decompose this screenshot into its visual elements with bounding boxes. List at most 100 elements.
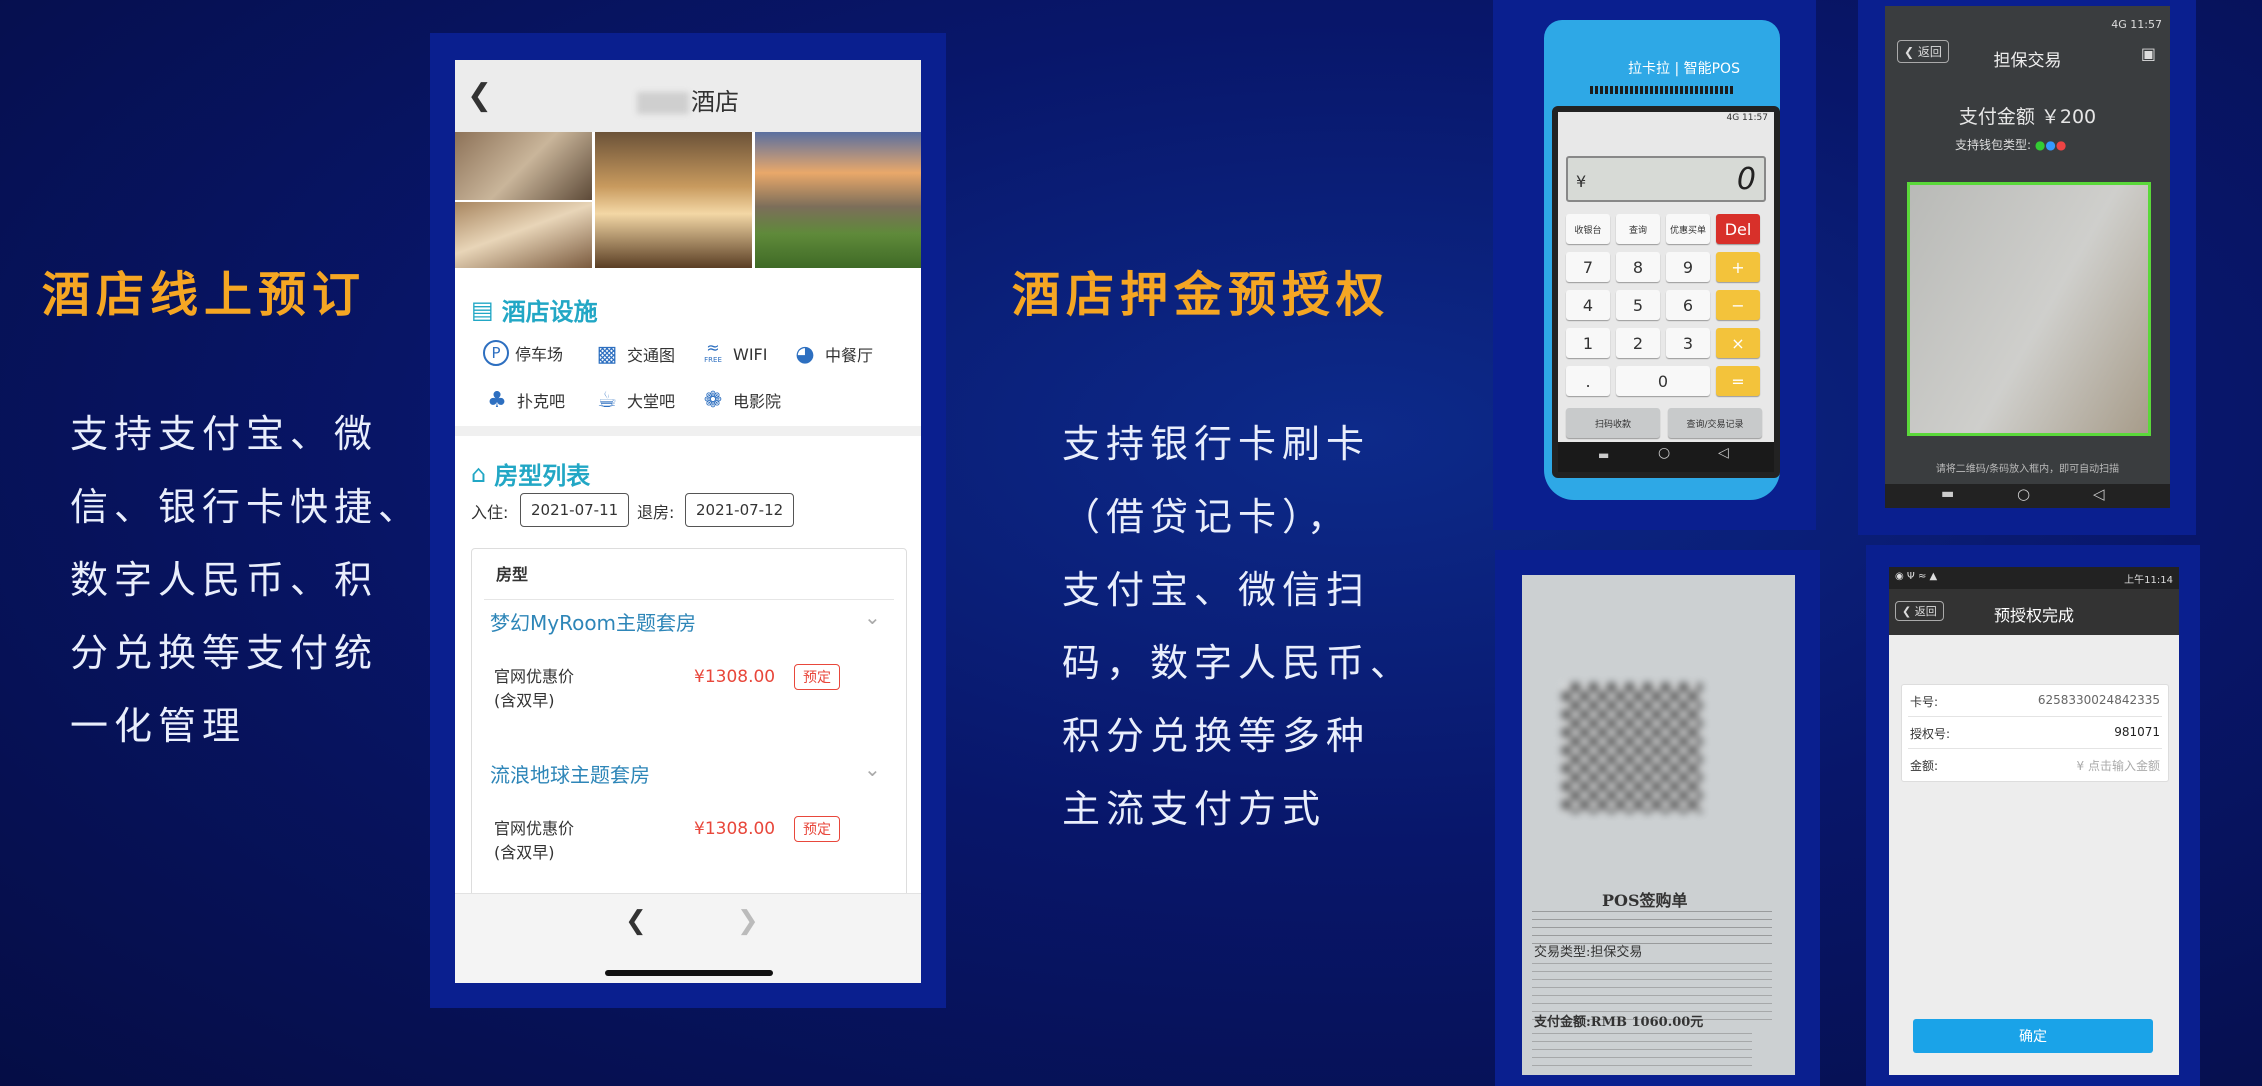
section-divider bbox=[455, 426, 921, 436]
left-line: 数字人民币、积 bbox=[70, 558, 379, 602]
auth-number: 981071 bbox=[2114, 725, 2160, 739]
back-icon[interactable]: ◁ bbox=[1718, 445, 1729, 461]
receipt-photo: POS签购单 交易类型:担保交易 支付金额:RMB 1060.00元 bbox=[1522, 575, 1795, 1075]
records-key[interactable]: 查询/交易记录 bbox=[1668, 408, 1762, 438]
divider bbox=[484, 599, 894, 600]
num-key[interactable]: 2 bbox=[1616, 328, 1660, 358]
home-indicator bbox=[605, 970, 773, 976]
app-header: ❮ 酒店 bbox=[455, 60, 921, 132]
plus-key[interactable]: + bbox=[1716, 252, 1760, 282]
receipt-title: POS签购单 bbox=[1602, 891, 1688, 910]
rate-note: (含双早) bbox=[494, 691, 555, 710]
book-button[interactable]: 预定 bbox=[794, 816, 840, 842]
chevron-down-icon[interactable]: ⌄ bbox=[864, 605, 881, 629]
status-time: 上午11:14 bbox=[2124, 575, 2173, 586]
home-icon[interactable]: ○ bbox=[1658, 445, 1670, 461]
receipt-lines bbox=[1532, 1033, 1752, 1073]
divider bbox=[1908, 748, 2162, 749]
preauth-screen: ◉ Ψ ≈ ▲ 上午11:14 ❮ 返回 预授权完成 卡号: 625833002… bbox=[1889, 567, 2179, 1075]
scan-pay-key[interactable]: 扫码收款 bbox=[1566, 408, 1660, 438]
android-nav-bar: ▬ ○ ◁ bbox=[1885, 484, 2170, 508]
bed-icon: ▤ bbox=[471, 295, 494, 324]
multiply-key[interactable]: × bbox=[1716, 328, 1760, 358]
preauth-form: 卡号: 6258330024842335 授权号: 981071 金额: ¥ 点… bbox=[1901, 684, 2169, 782]
amount-input[interactable]: ¥ 点击输入金额 bbox=[2077, 757, 2160, 774]
amount-display: ¥ 0 bbox=[1566, 156, 1766, 202]
camera-icon[interactable]: ▣ bbox=[2141, 44, 2156, 63]
status-bar: ◉ Ψ ≈ ▲ 上午11:14 bbox=[1889, 567, 2179, 589]
facility-item: ▩ 交通图 bbox=[593, 340, 675, 368]
card-number: 6258330024842335 bbox=[2037, 693, 2160, 707]
chevron-down-icon[interactable]: ⌄ bbox=[864, 757, 881, 781]
android-nav-bar: ▬ ○ ◁ bbox=[1558, 442, 1774, 472]
cashier-key[interactable]: 收银台 bbox=[1566, 214, 1610, 244]
num-key[interactable]: 8 bbox=[1616, 252, 1660, 282]
minus-key[interactable]: − bbox=[1716, 290, 1760, 320]
book-button[interactable]: 预定 bbox=[794, 664, 840, 690]
num-key[interactable]: 4 bbox=[1566, 290, 1610, 320]
num-key[interactable]: 3 bbox=[1666, 328, 1710, 358]
rate-note: (含双早) bbox=[494, 843, 555, 862]
preauth-title: 预授权完成 bbox=[1993, 606, 2074, 625]
scan-status: 4G 11:57 bbox=[2111, 18, 2162, 31]
middle-line: 积分兑换等多种 bbox=[1062, 714, 1371, 758]
receipt-amount: 支付金额:RMB 1060.00元 bbox=[1534, 1015, 1704, 1030]
num-key[interactable]: 5 bbox=[1616, 290, 1660, 320]
menu-icon[interactable]: ▬ bbox=[1598, 448, 1609, 462]
discount-key[interactable]: 优惠买单 bbox=[1666, 214, 1710, 244]
parking-icon: P bbox=[483, 340, 509, 366]
confirm-button[interactable]: 确定 bbox=[1913, 1019, 2153, 1053]
room-name[interactable]: 梦幻MyRoom主题套房 bbox=[490, 607, 696, 636]
amount-label: 金额: bbox=[1910, 759, 1939, 773]
delete-key[interactable]: Del bbox=[1716, 214, 1760, 244]
home-icon[interactable]: ○ bbox=[2017, 485, 2030, 503]
scan-hint: 请将二维码/条码放入框内，即可自动扫描 bbox=[1935, 464, 2120, 475]
middle-line: 主流支付方式 bbox=[1062, 787, 1327, 831]
facility-item: P 停车场 bbox=[483, 340, 563, 366]
home-icon: ⌂ bbox=[471, 459, 487, 488]
qr-code bbox=[1562, 683, 1702, 813]
scan-title: 担保交易 bbox=[1993, 51, 2062, 71]
browser-nav-bar: ❮ ❯ bbox=[455, 893, 921, 983]
map-icon: ▩ bbox=[596, 341, 618, 367]
room-name[interactable]: 流浪地球主题套房 bbox=[490, 759, 650, 788]
middle-line: 支付宝、微信扫 bbox=[1062, 568, 1371, 612]
equals-key[interactable]: = bbox=[1716, 366, 1760, 396]
middle-line: 码，数字人民币、 bbox=[1062, 641, 1415, 685]
checkin-label: 入住: bbox=[471, 503, 509, 522]
pos-screen: 4G 11:57 ¥ 0 收银台 查询 优惠买单 Del 7 8 9 + 4 5… bbox=[1552, 106, 1780, 478]
status-icons: ◉ Ψ ≈ ▲ bbox=[1895, 571, 1938, 582]
menu-icon[interactable]: ▬ bbox=[1941, 486, 1954, 502]
rate-label: 官网优惠价 bbox=[494, 819, 575, 838]
photo-room-2 bbox=[455, 202, 592, 268]
query-key[interactable]: 查询 bbox=[1616, 214, 1660, 244]
rooms-header: ⌂ 房型列表 bbox=[471, 456, 590, 491]
nav-forward-icon[interactable]: ❯ bbox=[737, 906, 759, 936]
middle-title: 酒店押金预授权 bbox=[1012, 267, 1391, 323]
num-key[interactable]: 7 bbox=[1566, 252, 1610, 282]
middle-line: 支持银行卡刷卡 bbox=[1062, 422, 1371, 466]
checkout-date-input[interactable]: 2021-07-12 bbox=[685, 493, 795, 527]
poker-icon: ♣ bbox=[487, 387, 507, 413]
nav-back-icon[interactable]: ❮ bbox=[625, 906, 647, 936]
dot-key[interactable]: . bbox=[1566, 366, 1610, 396]
checkin-date-input[interactable]: 2021-07-11 bbox=[520, 493, 630, 527]
zero-key[interactable]: 0 bbox=[1616, 366, 1710, 396]
num-key[interactable]: 6 bbox=[1666, 290, 1710, 320]
photo-exterior bbox=[755, 132, 921, 268]
facility-item: ☕ 大堂吧 bbox=[593, 386, 675, 414]
photo-lobby bbox=[595, 132, 752, 268]
facilities-title: 酒店设施 bbox=[501, 298, 598, 326]
pos-brand: 拉卡拉 | 智能POS bbox=[1628, 61, 1740, 77]
checkout-label: 退房: bbox=[637, 503, 675, 522]
room-list: 房型 梦幻MyRoom主题套房 ⌄ 官网优惠价 (含双早) ¥1308.00 预… bbox=[471, 548, 907, 910]
left-line: 信、银行卡快捷、 bbox=[70, 485, 423, 529]
facility-item: ❁ 电影院 bbox=[699, 386, 781, 414]
num-key[interactable]: 1 bbox=[1566, 328, 1610, 358]
back-icon[interactable]: ◁ bbox=[2093, 485, 2105, 503]
receipt-type: 交易类型:担保交易 bbox=[1534, 945, 1643, 960]
num-key[interactable]: 9 bbox=[1666, 252, 1710, 282]
hotel-photos bbox=[455, 132, 921, 268]
photo-room bbox=[455, 132, 592, 200]
scan-screen: 4G 11:57 ❮ 返回 担保交易 ▣ 支付金额 ￥200 支持钱包类型: ●… bbox=[1885, 6, 2170, 508]
